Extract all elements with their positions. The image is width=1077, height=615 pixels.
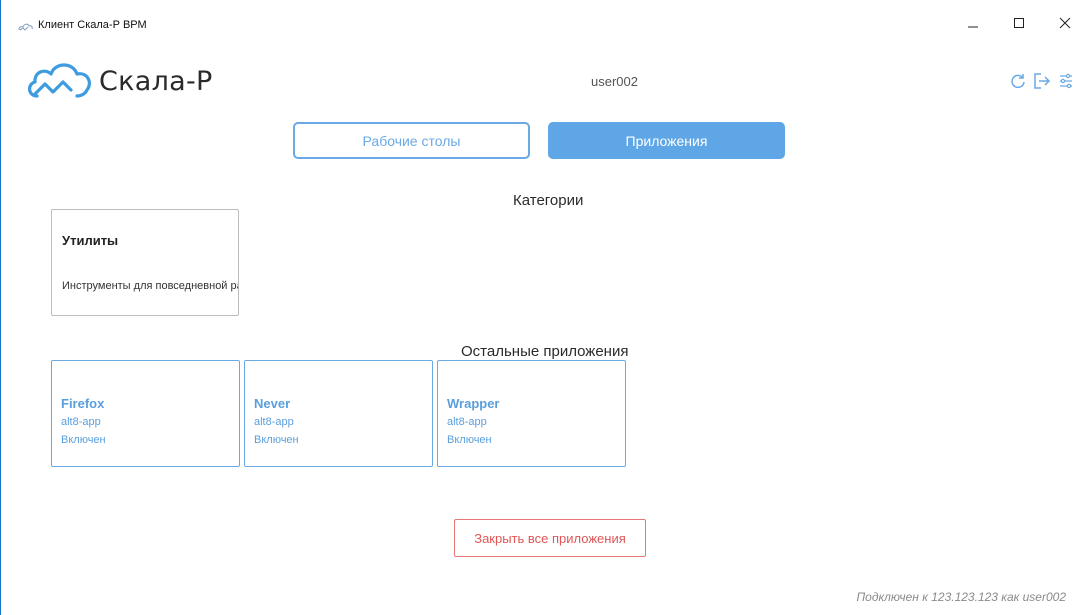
minimize-icon: [967, 16, 979, 34]
refresh-icon[interactable]: [1009, 72, 1027, 90]
brand-name: Скала-Р: [99, 66, 213, 97]
connection-status: Подключен к 123.123.123 как user002: [856, 590, 1066, 604]
tab-applications[interactable]: Приложения: [548, 122, 785, 159]
app-card-never[interactable]: Never alt8-app Включен: [244, 360, 433, 467]
minimize-button[interactable]: [950, 10, 996, 40]
app-tag: alt8-app: [254, 416, 294, 428]
app-status: Включен: [447, 434, 492, 446]
app-name: Firefox: [61, 396, 105, 411]
category-card-utilities[interactable]: Утилиты Инструменты для повседневной раб…: [51, 209, 239, 316]
category-name: Утилиты: [62, 233, 119, 248]
app-card-wrapper[interactable]: Wrapper alt8-app Включен: [437, 360, 626, 467]
categories-heading: Категории: [513, 192, 584, 209]
settings-icon[interactable]: [1059, 72, 1073, 90]
tab-desktops[interactable]: Рабочие столы: [293, 122, 530, 159]
other-apps-heading: Остальные приложения: [461, 343, 629, 360]
app-status: Включен: [61, 434, 106, 446]
current-user: user002: [591, 74, 638, 89]
close-button[interactable]: [1042, 10, 1077, 40]
cloud-logo-icon: [25, 58, 97, 102]
close-icon: [1059, 16, 1071, 34]
app-name: Wrapper: [447, 396, 500, 411]
cloud-app-icon: [18, 19, 34, 31]
title-bar[interactable]: Клиент Скала-Р ВРМ: [1, 0, 1077, 35]
maximize-icon: [1013, 16, 1025, 34]
app-card-firefox[interactable]: Firefox alt8-app Включен: [51, 360, 240, 467]
window-title: Клиент Скала-Р ВРМ: [38, 19, 147, 31]
category-description: Инструменты для повседневной работы: [62, 280, 238, 292]
maximize-button[interactable]: [996, 10, 1042, 40]
app-tag: alt8-app: [61, 416, 101, 428]
app-tag: alt8-app: [447, 416, 487, 428]
logout-icon[interactable]: [1033, 72, 1051, 90]
app-window: Клиент Скала-Р ВРМ Скала-Р user002 Рабоч…: [0, 0, 1077, 615]
app-status: Включен: [254, 434, 299, 446]
close-all-apps-button[interactable]: Закрыть все приложения: [454, 519, 646, 557]
app-name: Never: [254, 396, 291, 411]
